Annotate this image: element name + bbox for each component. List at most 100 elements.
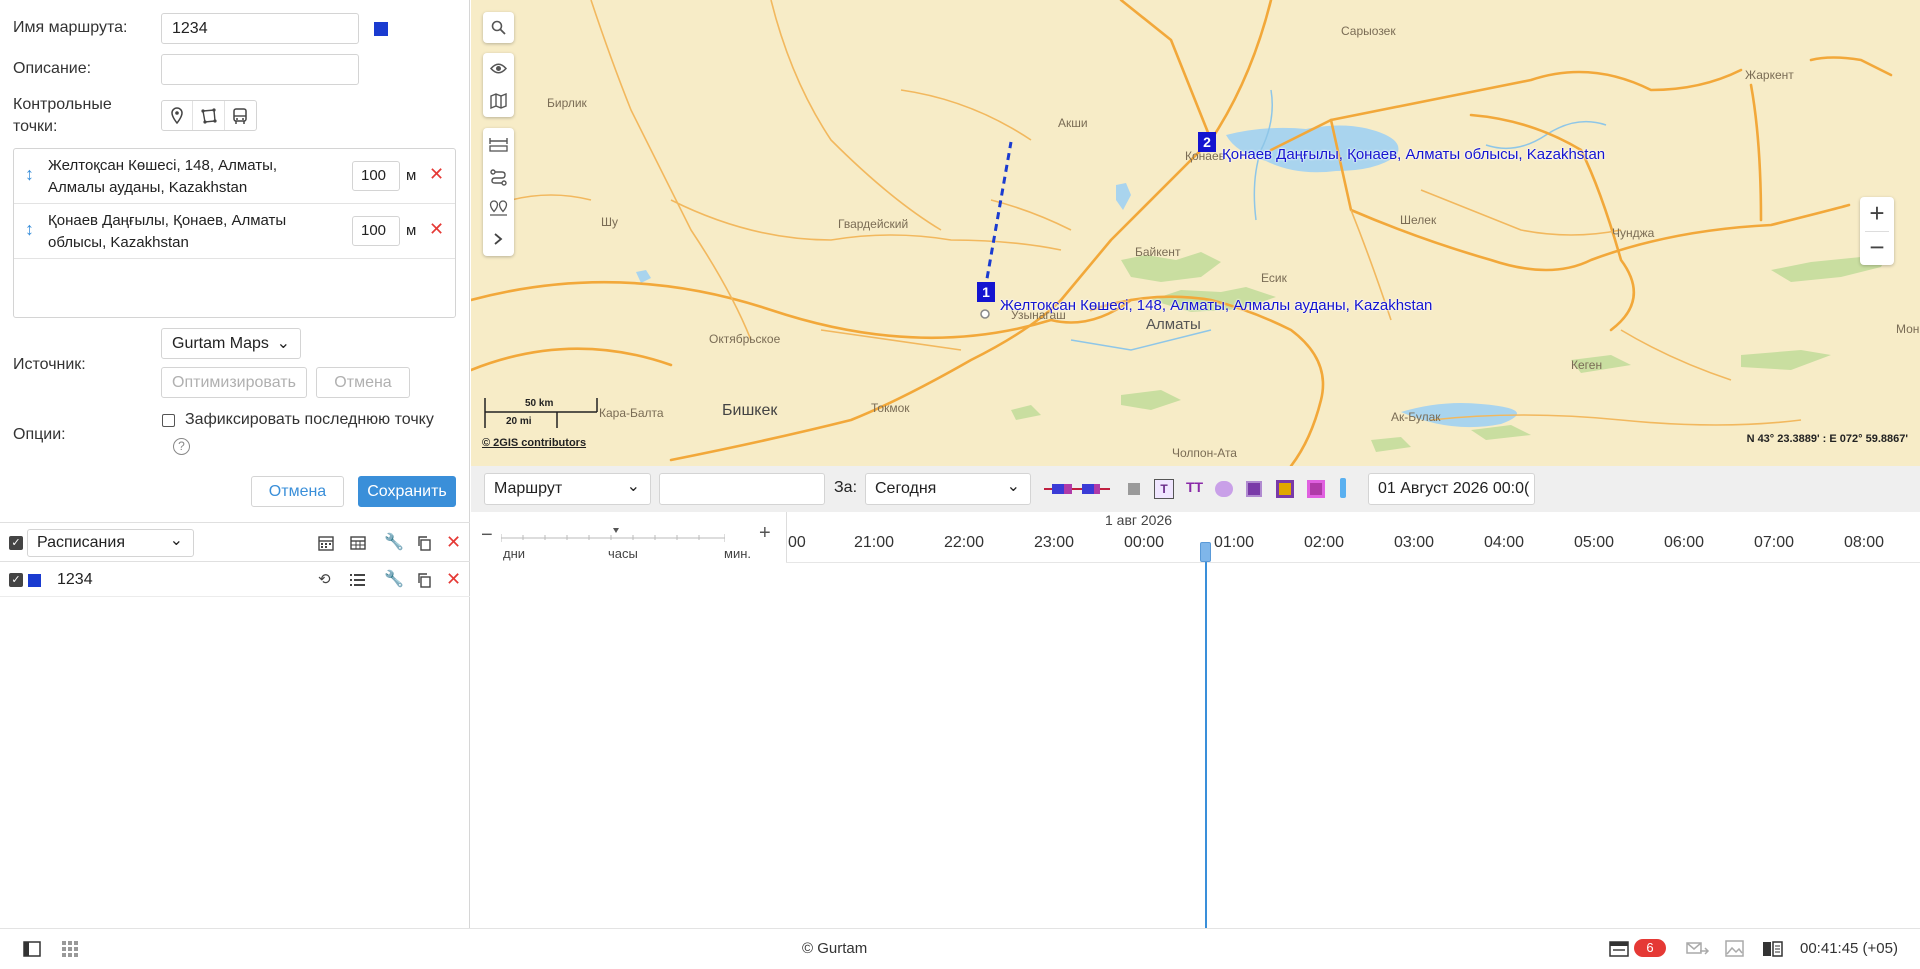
scale-km-label: 50 km [525, 398, 554, 409]
help-icon[interactable]: ? [173, 438, 190, 455]
notifications-icon[interactable] [1609, 941, 1629, 957]
drag-handle-icon[interactable]: ↕ [25, 164, 34, 185]
copy-icon[interactable] [416, 535, 432, 551]
parking-icon[interactable] [1246, 481, 1262, 497]
scale-mi-label: 20 mi [506, 416, 532, 427]
description-input[interactable] [161, 54, 359, 85]
checkpoint-row[interactable]: ↕ Қонаев Даңғылы, Қонаев, Алматы облысы,… [14, 204, 455, 259]
checkpoint-row[interactable]: ↕ Желтоқсан Көшесі, 148, Алматы, Алмалы … [14, 149, 455, 204]
place-label: Шу [601, 215, 618, 229]
date-input[interactable]: 01 Август 2026 00:0( [1368, 473, 1535, 505]
place-label: Есик [1261, 271, 1287, 285]
cancel-optimize-button[interactable]: Отмена [316, 367, 410, 398]
period-dropdown[interactable]: Сегодня ⌄ [865, 473, 1031, 505]
pin-icon[interactable] [162, 101, 194, 130]
description-label: Описание: [13, 60, 92, 77]
hour-label: 06:00 [1664, 534, 1705, 551]
timeline-zoom-slider[interactable] [501, 526, 725, 542]
hour-label: 00 [788, 534, 806, 551]
bus-stop-icon[interactable] [225, 101, 256, 130]
sensors-icon[interactable] [1307, 480, 1325, 498]
copy-icon[interactable] [416, 572, 432, 588]
timeline-zoom-out-button[interactable]: − [481, 524, 493, 547]
zoom-out-button[interactable]: − [1860, 231, 1894, 265]
pins-icon[interactable] [489, 200, 508, 217]
gallery-icon[interactable] [1725, 940, 1744, 957]
cancel-button[interactable]: Отмена [251, 476, 344, 507]
text-icon[interactable]: T [1154, 479, 1174, 499]
eye-icon[interactable] [490, 62, 507, 75]
map-layers-group [483, 53, 514, 117]
panel-toggle-icon[interactable] [23, 941, 41, 957]
schedules-header: ✓ Расписания ⌄ 🔧 ✕ [0, 522, 470, 562]
place-label: Ак-Булак [1391, 410, 1441, 424]
select-all-checkbox[interactable]: ✓ [9, 536, 23, 550]
checkpoint-radius-input[interactable]: 100 [352, 216, 400, 246]
fix-last-point-checkbox[interactable] [162, 414, 175, 427]
map-background [471, 0, 1893, 466]
delete-checkpoint-icon[interactable]: ✕ [429, 164, 444, 185]
marker-2-label: Қонаев Даңғылы, Қонаев, Алматы облысы, K… [1222, 146, 1606, 163]
place-label: Сарыозек [1341, 24, 1396, 38]
place-label: Байкент [1135, 245, 1181, 259]
messages-icon[interactable] [1686, 941, 1710, 957]
polygon-icon[interactable] [193, 101, 225, 130]
hour-label: 05:00 [1574, 534, 1615, 551]
cursor-icon[interactable] [1340, 478, 1346, 498]
place-label: Чолпон-Ата [1172, 446, 1237, 460]
map-attribution[interactable]: © 2GIS contributors [482, 437, 586, 449]
apps-grid-icon[interactable] [62, 941, 79, 958]
chevron-down-icon: ⌄ [1006, 478, 1020, 495]
stop-icon[interactable] [1128, 483, 1140, 495]
history-icon[interactable]: ⟲ [318, 570, 331, 588]
timeline-zoom-in-button[interactable]: + [759, 522, 771, 545]
chevron-down-icon: ⌄ [169, 532, 183, 549]
checkpoint-radius-input[interactable]: 100 [352, 161, 400, 191]
delete-all-icon[interactable]: ✕ [446, 532, 461, 553]
map-icon[interactable] [490, 93, 507, 109]
place-label: Чунджа [1612, 226, 1655, 240]
route-marker-1[interactable]: 1 [977, 282, 995, 302]
ruler-icon[interactable] [489, 137, 508, 152]
row-checkbox[interactable]: ✓ [9, 573, 23, 587]
reports-icon[interactable] [1762, 941, 1783, 957]
place-label: Кара-Балта [599, 406, 664, 420]
notifications-badge[interactable]: 6 [1634, 939, 1666, 957]
calendar-icon[interactable] [318, 535, 334, 551]
wrench-icon[interactable]: 🔧 [384, 569, 404, 589]
place-label: Кеген [1571, 358, 1603, 372]
double-text-icon[interactable]: TT [1186, 479, 1203, 495]
route-name-input[interactable]: 1234 [161, 13, 359, 44]
schedules-dropdown[interactable]: Расписания ⌄ [27, 529, 194, 557]
track-colors-icon[interactable] [1044, 481, 1110, 497]
source-dropdown[interactable]: Gurtam Maps ⌄ [161, 328, 301, 359]
place-label: Токмок [871, 401, 910, 415]
save-button[interactable]: Сохранить [358, 476, 456, 507]
route-marker-2[interactable]: 2 [1198, 132, 1216, 152]
route-icon[interactable] [490, 169, 507, 186]
delete-checkpoint-icon[interactable]: ✕ [429, 219, 444, 240]
hour-label: 21:00 [854, 534, 895, 551]
wrench-icon[interactable]: 🔧 [384, 532, 404, 552]
map-view[interactable]: Сарыозек Жаркент Бирлик Акши Қонаев Шу Г… [471, 0, 1920, 466]
optimize-button[interactable]: Оптимизировать [161, 367, 307, 398]
map-search-button[interactable] [483, 12, 514, 43]
events-icon[interactable] [1276, 480, 1294, 498]
timeline-type-dropdown[interactable]: Маршрут ⌄ [484, 473, 651, 505]
timeline-search-input[interactable] [659, 473, 825, 505]
schedule-row[interactable]: ✓ 1234 ⟲ 🔧 ✕ [0, 563, 470, 597]
trips-icon[interactable] [1215, 481, 1233, 497]
chevron-down-icon: ⌄ [626, 478, 640, 495]
route-color-swatch[interactable] [374, 22, 388, 36]
hour-label: 23:00 [1034, 534, 1075, 551]
table-icon[interactable] [350, 535, 366, 551]
chevron-right-icon[interactable] [493, 232, 503, 246]
hour-label: 08:00 [1844, 534, 1885, 551]
drag-handle-icon[interactable]: ↕ [25, 219, 34, 240]
checkpoint-address-line1: Желтоқсан Көшесі, 148, Алматы, [48, 157, 278, 174]
list-icon[interactable] [350, 573, 366, 587]
time-cursor-handle[interactable] [1200, 542, 1211, 562]
hour-label: 07:00 [1754, 534, 1795, 551]
zoom-in-button[interactable]: + [1860, 197, 1894, 231]
delete-row-icon[interactable]: ✕ [446, 569, 461, 590]
